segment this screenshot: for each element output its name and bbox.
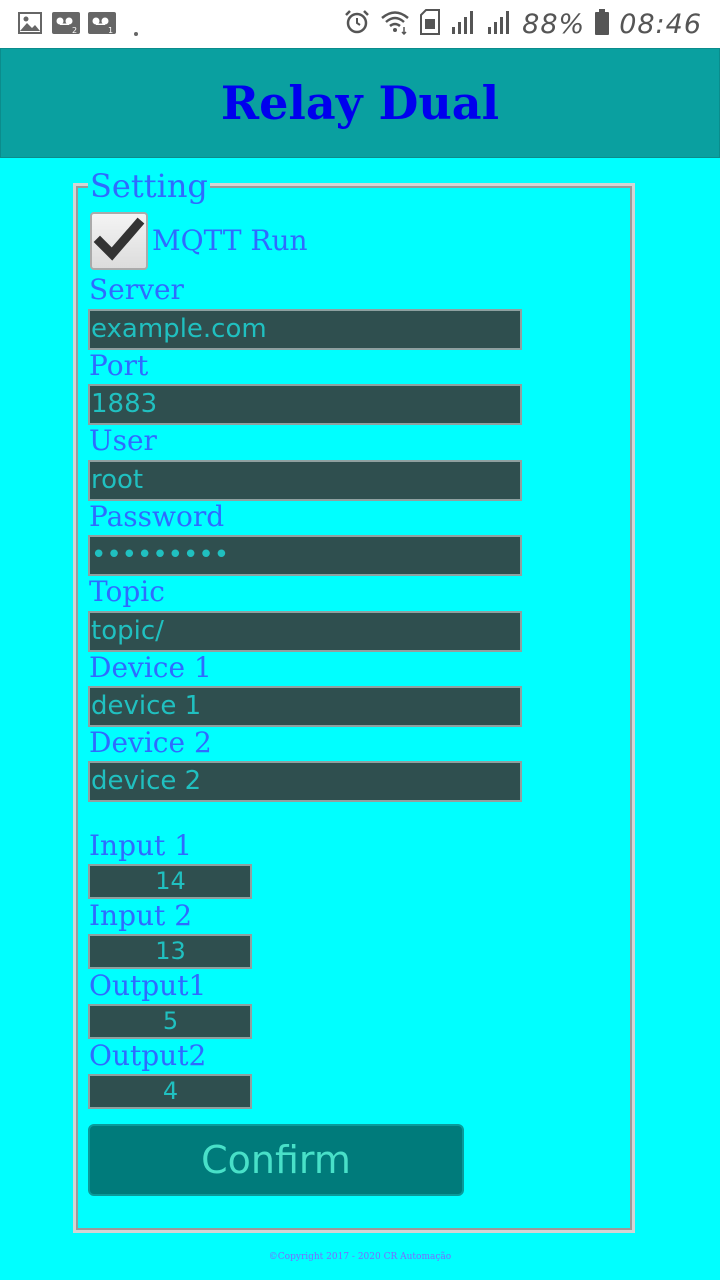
input2-label: Input 2 — [89, 899, 193, 932]
user-field[interactable]: root — [88, 460, 522, 501]
device2-label: Device 2 — [89, 726, 212, 759]
port-label: Port — [89, 349, 149, 382]
image-icon — [18, 12, 42, 38]
server-field[interactable]: example.com — [88, 309, 522, 350]
app-header: Relay Dual — [0, 48, 720, 158]
user-label: User — [89, 424, 157, 457]
status-bar-right: 88% 08:46 — [344, 8, 702, 40]
topic-field[interactable]: topic/ — [88, 611, 522, 652]
device1-field[interactable]: device 1 — [88, 686, 522, 727]
clock: 08:46 — [619, 8, 702, 40]
signal-icon — [450, 9, 476, 39]
server-label: Server — [89, 273, 184, 306]
battery-percent: 88% — [522, 8, 586, 40]
output1-label: Output1 — [89, 969, 207, 1002]
device1-label: Device 1 — [89, 651, 212, 684]
input2-field[interactable]: 13 — [88, 934, 252, 969]
wifi-icon — [380, 9, 410, 39]
alarm-icon — [344, 9, 370, 39]
svg-text:1: 1 — [108, 26, 113, 34]
output2-field[interactable]: 4 — [88, 1074, 252, 1109]
dot-icon — [134, 21, 138, 40]
copyright-footer: ©Copyright 2017 - 2020 CR Automação — [268, 1252, 452, 1262]
status-bar: 2 1 88% 08:46 — [0, 0, 720, 48]
checkmark-icon — [92, 217, 146, 272]
svg-text:2: 2 — [72, 26, 77, 34]
output2-label: Output2 — [89, 1039, 207, 1072]
password-label: Password — [89, 500, 225, 533]
settings-legend: Setting — [88, 166, 210, 206]
topic-label: Topic — [89, 575, 165, 608]
confirm-button[interactable]: Confirm — [88, 1124, 464, 1196]
signal-icon — [486, 9, 512, 39]
device2-field[interactable]: device 2 — [88, 761, 522, 802]
voicemail-2-icon: 2 — [52, 12, 80, 38]
mqtt-run-label: MQTT Run — [152, 224, 308, 257]
mqtt-run-checkbox[interactable] — [90, 212, 148, 270]
battery-icon — [595, 9, 610, 39]
input1-field[interactable]: 14 — [88, 864, 252, 899]
port-field[interactable]: 1883 — [88, 384, 522, 425]
page-title: Relay Dual — [220, 76, 500, 130]
voicemail-1-icon: 1 — [88, 12, 116, 38]
sim-icon — [420, 9, 441, 39]
output1-field[interactable]: 5 — [88, 1004, 252, 1039]
input1-label: Input 1 — [89, 829, 193, 862]
password-field[interactable]: ••••••••• — [88, 535, 522, 576]
